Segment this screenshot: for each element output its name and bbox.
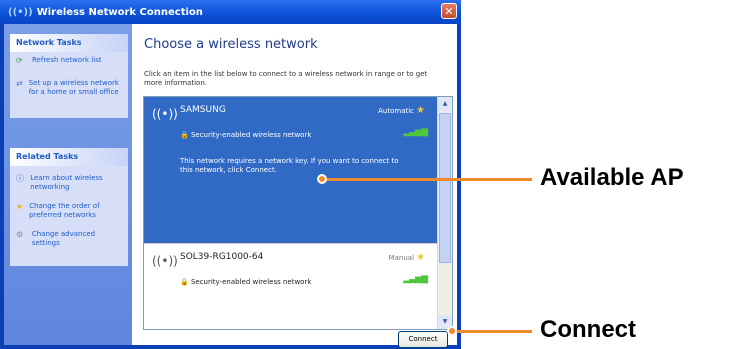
- instructions-text: Click an item in the list below to conne…: [144, 70, 428, 87]
- help-icon: ⓘ: [16, 174, 24, 183]
- title-bar[interactable]: ((•)) Wireless Network Connection ✕: [0, 0, 461, 24]
- refresh-network-list-link[interactable]: ⟳ Refresh network list: [10, 52, 128, 67]
- network-name: SOL39-RG1000-64: [180, 252, 264, 262]
- page-title: Choose a wireless network: [144, 37, 318, 52]
- wireless-signal-icon: ((•)): [152, 107, 178, 121]
- scroll-thumb[interactable]: [439, 113, 451, 263]
- network-mode: Manual ★: [389, 252, 425, 263]
- list-scrollbar[interactable]: ▲ ▼: [437, 97, 452, 329]
- settings-icon: ⚙: [16, 230, 24, 239]
- security-label: Security-enabled wireless network: [190, 131, 312, 139]
- related-tasks-header: Related Tasks: [10, 148, 128, 166]
- task-label: Learn about wireless networking: [30, 174, 103, 191]
- related-tasks-panel: Related Tasks ⓘ Learn about wireless net…: [10, 148, 128, 266]
- left-task-pane: Network Tasks ⟳ Refresh network list ⇄ S…: [4, 24, 132, 345]
- network-message: This network requires a network key. If …: [180, 157, 399, 174]
- task-label: Set up a wireless network for a home or …: [28, 79, 119, 96]
- close-button[interactable]: ✕: [441, 3, 457, 19]
- wireless-icon: ((•)): [8, 6, 33, 18]
- network-tasks-header: Network Tasks: [10, 34, 128, 52]
- connect-callout: Connect: [540, 316, 636, 343]
- network-name: SAMSUNG: [180, 105, 226, 115]
- change-advanced-settings-link[interactable]: ⚙ Change advanced settings: [10, 222, 128, 250]
- connect-button[interactable]: Connect: [398, 331, 448, 348]
- task-label: Refresh network list: [32, 56, 102, 64]
- network-tasks-panel: Network Tasks ⟳ Refresh network list ⇄ S…: [10, 34, 128, 118]
- network-mode: Automatic ★: [378, 105, 425, 116]
- setup-wireless-network-link[interactable]: ⇄ Set up a wireless network for a home o…: [10, 67, 128, 99]
- wireless-network-connection-window: ((•)) Wireless Network Connection ✕ Netw…: [0, 0, 461, 349]
- main-content: Choose a wireless network Click an item …: [132, 24, 457, 348]
- security-status: 🔒 Security-enabled wireless network: [180, 278, 311, 286]
- refresh-icon: ⟳: [16, 56, 23, 65]
- task-label: Change advanced settings: [31, 230, 96, 247]
- connect-pointer-dot: [447, 326, 457, 336]
- connect-pointer-line: [452, 330, 532, 333]
- network-item-samsung[interactable]: ((•)) SAMSUNG Automatic ★ 🔒 Security-enab…: [144, 97, 439, 243]
- lock-icon: 🔒: [180, 131, 189, 139]
- window-title: Wireless Network Connection: [36, 6, 203, 18]
- network-list[interactable]: ((•)) SAMSUNG Automatic ★ 🔒 Security-enab…: [143, 96, 453, 330]
- security-status: 🔒 Security-enabled wireless network: [180, 131, 311, 139]
- signal-strength-icon: ▂▃▅▆: [403, 127, 428, 137]
- star-icon: ★: [16, 202, 24, 211]
- preferred-star-icon: ★: [416, 105, 425, 116]
- preferred-star-icon: ★: [416, 252, 425, 263]
- network-mode-label: Automatic: [378, 107, 415, 115]
- available-ap-pointer-dot: [317, 174, 327, 184]
- change-preferred-order-link[interactable]: ★ Change the order of preferred networks: [10, 194, 128, 222]
- signal-strength-icon: ▂▃▅▆: [403, 274, 428, 284]
- learn-wireless-link[interactable]: ⓘ Learn about wireless networking: [10, 166, 128, 194]
- lock-icon: 🔒: [180, 278, 189, 286]
- security-label: Security-enabled wireless network: [190, 278, 312, 286]
- setup-network-icon: ⇄: [16, 79, 23, 88]
- wireless-signal-icon: ((•)): [152, 254, 178, 268]
- available-ap-pointer-line: [322, 178, 532, 181]
- network-item-sol39[interactable]: ((•)) SOL39-RG1000-64 Manual ★ 🔒 Security…: [144, 243, 439, 329]
- available-ap-callout: Available AP: [540, 164, 684, 191]
- scroll-up-arrow-icon[interactable]: ▲: [438, 97, 452, 111]
- task-label: Change the order of preferred networks: [29, 202, 100, 219]
- network-mode-label: Manual: [388, 254, 415, 262]
